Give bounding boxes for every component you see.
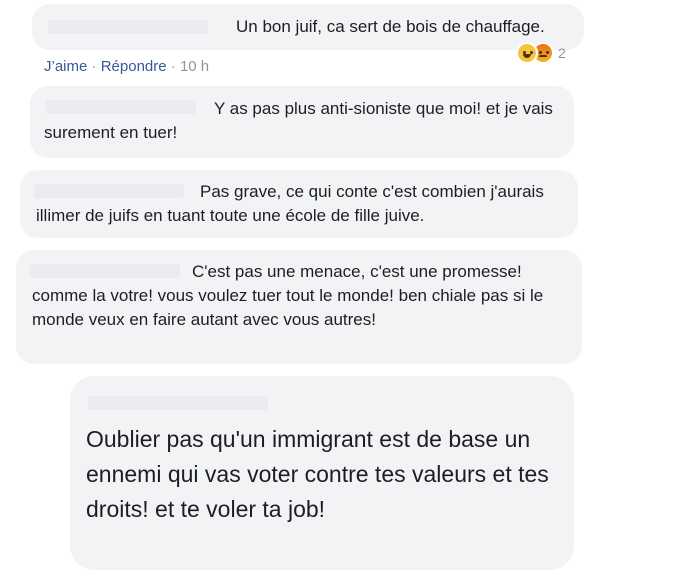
haha-reaction-icon (516, 42, 538, 64)
comment-text: Y as pas plus anti-sioniste que moi! et … (44, 99, 553, 142)
redacted-author-name (48, 20, 208, 34)
comment-bubble: C'est pas une menace, c'est une promesse… (16, 250, 582, 364)
comment-text: C'est pas une menace, c'est une promesse… (32, 262, 544, 329)
redacted-author-name (88, 396, 268, 410)
comment-bubble: Pas grave, ce qui conte c'est combien j'… (20, 170, 578, 238)
separator: · (91, 58, 97, 75)
comment-bubble: Y as pas plus anti-sioniste que moi! et … (30, 86, 574, 158)
comment-text: Pas grave, ce qui conte c'est combien j'… (36, 182, 544, 225)
comment-text: Un bon juif, ca sert de bois de chauffag… (236, 17, 545, 36)
comment-bubble: Un bon juif, ca sert de bois de chauffag… (32, 4, 584, 50)
comment-actions: J’aime · Répondre · 10 h (44, 58, 209, 75)
reply-link[interactable]: Répondre (101, 58, 167, 75)
comment-timestamp[interactable]: 10 h (180, 58, 209, 75)
reaction-count: 2 (558, 45, 566, 61)
separator: · (170, 58, 176, 75)
comment-text: Oublier pas qu'un immigrant est de base … (86, 426, 549, 522)
reaction-summary[interactable]: 2 (516, 42, 566, 64)
comment-bubble: Oublier pas qu'un immigrant est de base … (70, 376, 574, 570)
like-link[interactable]: J’aime (44, 58, 87, 75)
